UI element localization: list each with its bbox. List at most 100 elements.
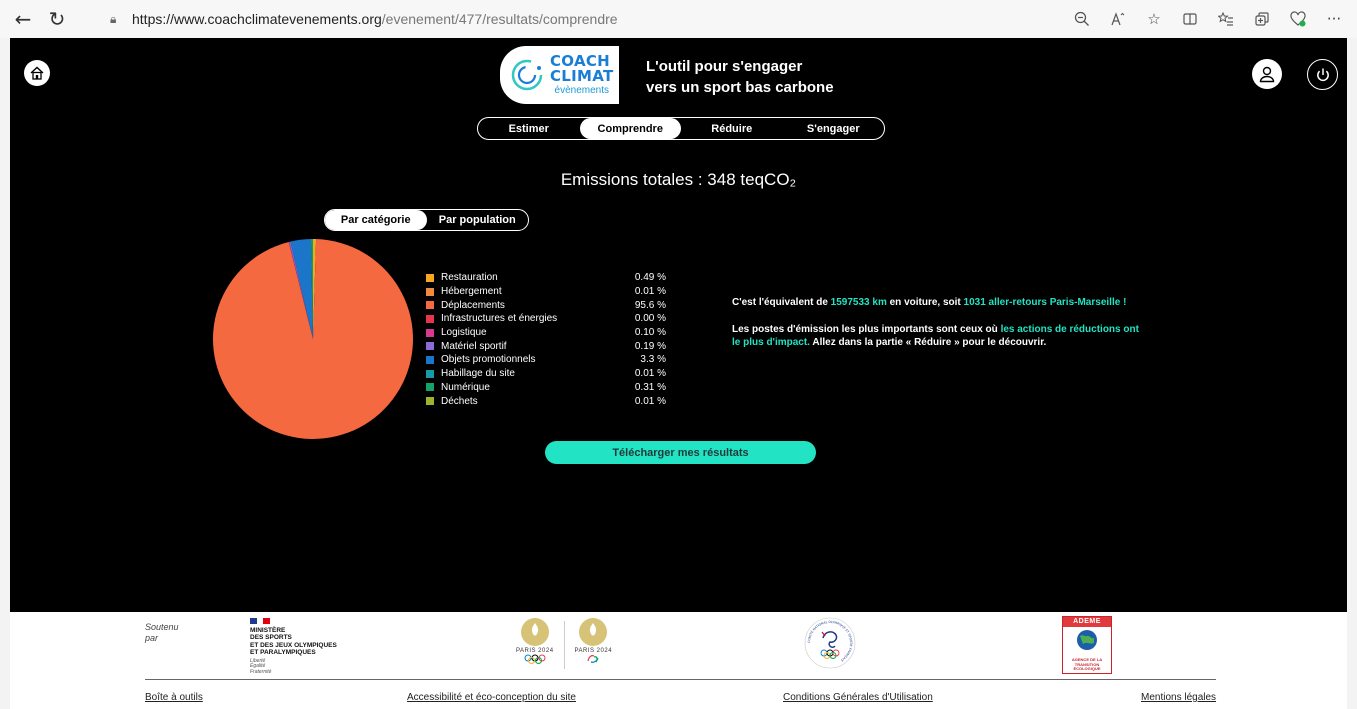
legend-swatch	[426, 397, 434, 406]
legend-label: Hébergement	[441, 286, 502, 298]
legend-swatch	[426, 301, 434, 310]
favorite-star-icon[interactable]: ☆	[1137, 4, 1171, 34]
tab-par-population[interactable]: Par population	[427, 210, 529, 230]
legend-item-restauration: Restauration 0.49 %	[426, 271, 666, 285]
legend-swatch	[426, 273, 434, 282]
address-bar[interactable]: 🔒︎ https://www.coachclimatevenements.org…	[96, 5, 1096, 33]
home-button[interactable]	[24, 60, 50, 86]
browser-toolbar: ← ↻ 🔒︎ https://www.coachclimatevenements…	[0, 0, 1357, 38]
paris-2024-olympic-emblem-icon	[520, 618, 549, 646]
legend-item-hebergement: Hébergement 0.01 %	[426, 285, 666, 299]
url-path: /evenement/477/resultats/comprendre	[381, 11, 618, 27]
legend-value: 0.01 %	[634, 395, 666, 407]
back-arrow-icon[interactable]: ←	[6, 4, 40, 34]
paris-2024-paralympic-emblem-icon	[579, 618, 608, 646]
legend-swatch	[426, 328, 434, 337]
ademe-globe-icon	[1077, 630, 1097, 650]
legend-value: 0.19 %	[634, 340, 666, 352]
total-unit: teqCO₂	[740, 170, 797, 189]
french-flag-icon	[250, 618, 271, 624]
chart-view-toggle: Par catégorie Par population	[324, 209, 529, 231]
legend-item-dechets: Déchets 0.01 %	[426, 394, 666, 408]
download-results-button[interactable]: Télécharger mes résultats	[545, 441, 816, 464]
link-accessibilite[interactable]: Accessibilité et éco-conception du site	[407, 692, 576, 703]
logo-line2: CLIMAT	[550, 67, 614, 85]
url-host: https://www.coachclimatevenements.org	[132, 11, 382, 27]
legend-swatch	[426, 369, 434, 378]
legend-item-objets-promotionnels: Objets promotionnels 3.3 %	[426, 353, 666, 367]
equivalence-info: C'est l'équivalent de 1597533 km en voit…	[732, 296, 1147, 350]
logo-subtitle: évènements	[554, 85, 610, 96]
legend-value: 0.01 %	[634, 286, 666, 298]
total-prefix: Emissions totales :	[560, 170, 708, 189]
paris-2024-logo[interactable]: PARIS 2024 PARIS 2024	[506, 617, 622, 673]
logo-ring-icon	[511, 59, 543, 91]
lock-icon[interactable]: 🔒︎	[110, 12, 132, 27]
supported-by-label: Soutenu par	[145, 622, 179, 644]
legend-label: Infrastructures et énergies	[441, 313, 558, 325]
logout-button[interactable]	[1307, 59, 1338, 90]
collections-icon[interactable]	[1245, 4, 1279, 34]
legend-label: Numérique	[441, 381, 490, 393]
link-boite-a-outils[interactable]: Boîte à outils	[145, 692, 203, 703]
split-screen-icon[interactable]	[1173, 4, 1207, 34]
legend-item-numerique: Numérique 0.31 %	[426, 381, 666, 395]
legend-swatch	[426, 314, 434, 323]
more-menu-icon[interactable]: ···	[1317, 4, 1351, 34]
legend-swatch	[426, 342, 434, 351]
legend-value: 95.6 %	[634, 299, 666, 311]
account-button[interactable]	[1252, 59, 1282, 89]
equivalence-middle: en voiture, soit	[886, 297, 964, 308]
legend-item-habillage-du-site: Habillage du site 0.01 %	[426, 367, 666, 381]
equivalence-km: 1597533 km	[830, 297, 887, 308]
legend-swatch	[426, 287, 434, 296]
total-value: 348	[707, 170, 736, 189]
cnosf-logo[interactable]: COMITÉ NATIONAL OLYMPIQUE ET SPORTIF FRA…	[803, 616, 857, 670]
tab-sengager[interactable]: S'engager	[783, 118, 885, 139]
emissions-pie-chart[interactable]	[212, 238, 414, 440]
tab-estimer[interactable]: Estimer	[478, 118, 580, 139]
tagline-line1: L'outil pour s'engager	[646, 58, 803, 75]
total-emissions: Emissions totales : 348 teqCO₂	[10, 170, 1347, 190]
equivalence-prefix: C'est l'équivalent de	[732, 297, 831, 308]
olympic-rings-icon	[524, 654, 546, 664]
legend-value: 0.49 %	[634, 272, 666, 284]
tagline: L'outil pour s'engager vers un sport bas…	[646, 56, 834, 98]
impact-suffix: Allez dans la partie « Réduire » pour le…	[809, 337, 1047, 349]
ademe-sub-line3: ÉCOLOGIQUE	[1073, 666, 1101, 671]
legend-label: Déplacements	[441, 299, 505, 311]
main-tabs: Estimer Comprendre Réduire S'engager	[477, 117, 885, 140]
favorites-list-icon[interactable]	[1209, 4, 1243, 34]
legend-item-deplacements: Déplacements 95.6 %	[426, 298, 666, 312]
tab-comprendre[interactable]: Comprendre	[579, 118, 681, 139]
impact-prefix: Les postes d'émission les plus important…	[732, 323, 1001, 335]
home-icon	[30, 66, 44, 80]
legend-value: 3.3 %	[640, 354, 666, 366]
legend-value: 0.00 %	[634, 313, 666, 325]
equivalence-trips: 1031 aller-retours Paris-Marseille !	[963, 297, 1127, 308]
chart-legend: Restauration 0.49 % Hébergement 0.01 % Dépla…	[426, 271, 666, 408]
link-cgu[interactable]: Conditions Générales d'Utilisation	[783, 692, 933, 703]
refresh-icon[interactable]: ↻	[40, 4, 74, 34]
motto-line3: Fraternité	[250, 668, 272, 675]
link-mentions-legales[interactable]: Mentions légales	[1141, 692, 1216, 703]
ademe-logo[interactable]: ADEME AGENCE DE LA TRANSITION ÉCOLOGIQUE	[1062, 616, 1112, 674]
supported-by-line2: par	[145, 633, 159, 643]
tab-par-categorie[interactable]: Par catégorie	[325, 210, 427, 230]
legend-item-materiel-sportif: Matériel sportif 0.19 %	[426, 339, 666, 353]
read-aloud-icon[interactable]	[1101, 4, 1135, 34]
legend-label: Restauration	[441, 272, 498, 284]
tab-reduire[interactable]: Réduire	[681, 118, 783, 139]
legend-swatch	[426, 383, 434, 392]
legend-label: Matériel sportif	[441, 340, 507, 352]
browser-essentials-icon[interactable]	[1281, 4, 1315, 34]
coach-climat-logo[interactable]: COACH CLIMAT évènements	[500, 46, 619, 104]
ministere-logo[interactable]: MINISTÈRE DES SPORTS ET DES JEUX OLYMPIQ…	[250, 618, 370, 675]
paralympic-agitos-icon	[587, 655, 599, 663]
legend-label: Déchets	[441, 395, 478, 407]
ademe-title: ADEME	[1063, 617, 1111, 627]
zoom-icon[interactable]	[1065, 4, 1099, 34]
legend-value: 0.01 %	[634, 368, 666, 380]
legend-label: Logistique	[441, 327, 487, 339]
legend-value: 0.10 %	[634, 327, 666, 339]
